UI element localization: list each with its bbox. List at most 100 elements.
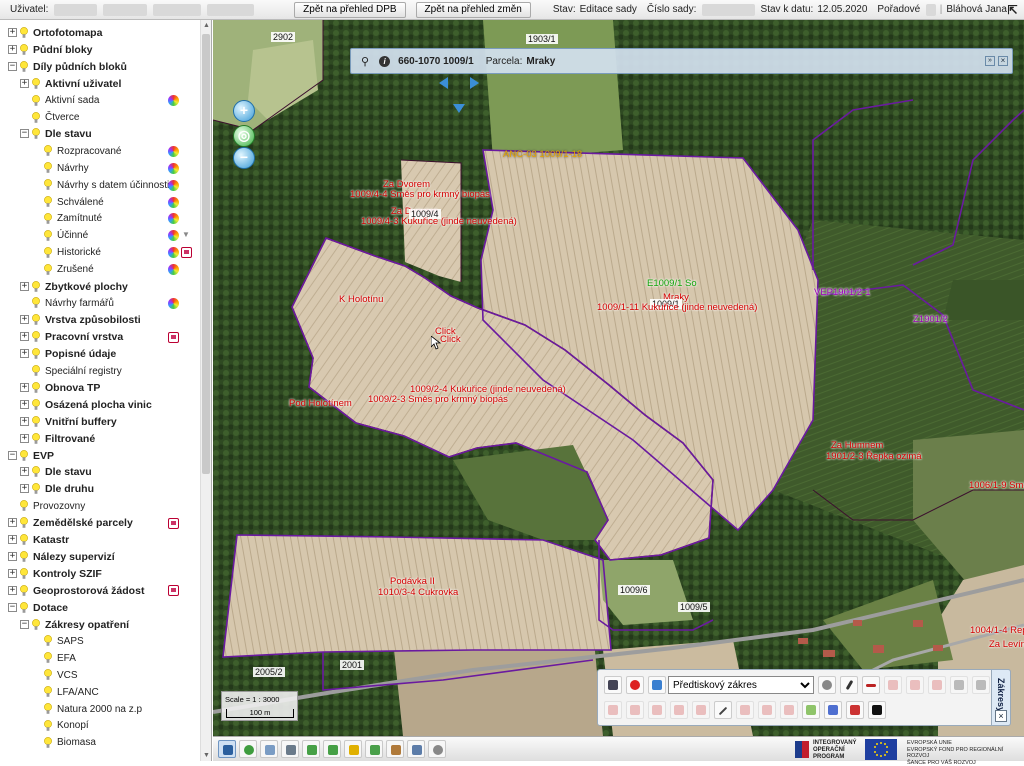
lightbulb-icon[interactable]	[32, 111, 40, 124]
style-icon[interactable]	[168, 213, 179, 225]
expand-icon[interactable]: +	[20, 433, 29, 443]
lightbulb-icon[interactable]	[20, 60, 28, 73]
expand-icon[interactable]: +	[20, 281, 29, 291]
expand-icon[interactable]: +	[20, 467, 29, 477]
collapse-icon[interactable]: −	[20, 619, 29, 629]
tree-item[interactable]: + Aktivní uživatel	[20, 76, 121, 92]
close-icon[interactable]: ×	[998, 56, 1008, 66]
lightbulb-icon[interactable]	[20, 500, 28, 512]
expand-icon[interactable]: +	[20, 315, 29, 325]
lightbulb-icon[interactable]	[44, 179, 52, 191]
lightbulb-icon[interactable]	[44, 196, 52, 208]
back-to-dpb-button[interactable]: Zpět na přehled DPB	[294, 1, 406, 18]
lightbulb-icon[interactable]	[44, 736, 52, 749]
lightbulb-icon[interactable]	[32, 280, 40, 293]
lightbulb-icon[interactable]	[44, 263, 52, 276]
broom-icon[interactable]	[386, 740, 404, 758]
external-link-icon[interactable]: ⇱	[1007, 3, 1018, 17]
gear-icon[interactable]	[428, 740, 446, 758]
erase-icon[interactable]	[884, 676, 902, 694]
lightbulb-icon[interactable]	[20, 601, 28, 614]
lightbulb-icon[interactable]	[32, 365, 40, 377]
style-icon[interactable]	[168, 179, 179, 191]
style-icon[interactable]	[168, 95, 179, 107]
print-icon[interactable]	[407, 740, 425, 758]
lightbulb-icon[interactable]	[32, 331, 40, 343]
lightbulb-icon[interactable]	[32, 314, 40, 326]
tree-item[interactable]: + Zemědělské parcely	[8, 515, 133, 531]
tree-item[interactable]: − Zákresy opatření	[20, 617, 129, 633]
snap-icon[interactable]	[824, 701, 842, 719]
style-icon[interactable]	[168, 247, 179, 259]
lightbulb-icon[interactable]	[32, 94, 40, 107]
filter-icon[interactable]: ▼	[182, 230, 190, 239]
style-icon[interactable]	[168, 264, 179, 276]
shape-icon[interactable]	[802, 701, 820, 719]
lightbulb-icon[interactable]	[32, 618, 40, 631]
settings-icon[interactable]	[818, 676, 836, 694]
drawing-type-select[interactable]: Předtiskový zákres	[668, 676, 814, 694]
tree-item[interactable]: + Vnitřní buffery	[20, 414, 117, 430]
close-icon[interactable]: ×	[995, 710, 1007, 722]
lightbulb-icon[interactable]	[32, 348, 40, 360]
tree-item[interactable]: Návrhy s datem účinnosti	[44, 177, 169, 193]
tree-item[interactable]: + Dle stavu	[20, 464, 92, 480]
lightbulb-icon[interactable]	[20, 517, 28, 529]
window-icon[interactable]	[260, 740, 278, 758]
lightbulb-icon[interactable]	[32, 415, 40, 428]
lightbulb-icon[interactable]	[32, 297, 40, 309]
orthophoto-map[interactable]	[213, 20, 1024, 736]
expand-icon[interactable]: +	[20, 399, 29, 409]
tree-item[interactable]: VCS	[44, 667, 78, 683]
style-icon[interactable]	[168, 196, 179, 208]
lightbulb-icon[interactable]	[20, 27, 28, 39]
collapse-icon[interactable]: −	[8, 450, 17, 460]
polygon-tool-icon[interactable]	[604, 701, 622, 719]
expand-icon[interactable]: +	[8, 518, 17, 528]
tree-item[interactable]: − Díly půdních bloků	[8, 59, 127, 75]
style-icon[interactable]	[168, 230, 179, 242]
tree-item[interactable]: − EVP	[8, 448, 54, 464]
tree-item[interactable]: + Katastr	[8, 532, 69, 548]
expand-icon[interactable]: +	[8, 44, 17, 54]
zoom-extent-icon[interactable]: ◎	[233, 125, 255, 147]
tree-item[interactable]: Čtverce	[32, 110, 79, 126]
tree-item[interactable]: LFA/ANC	[44, 684, 99, 700]
tree-item[interactable]: Zrušené	[44, 262, 94, 278]
save-icon[interactable]	[604, 676, 622, 694]
back-to-changes-button[interactable]: Zpět na přehled změn	[415, 1, 531, 18]
tree-item[interactable]: + Pracovní vrstva	[20, 329, 123, 345]
polygon-tool-icon[interactable]	[670, 701, 688, 719]
style-icon[interactable]	[168, 297, 179, 309]
search-icon[interactable]: ⚲	[361, 55, 369, 68]
tree-item[interactable]: EFA	[44, 650, 76, 666]
lightbulb-icon[interactable]	[20, 550, 28, 563]
lightbulb-icon[interactable]	[44, 703, 52, 715]
zoom-in-icon[interactable]: +	[233, 100, 255, 122]
tree-item[interactable]: + Kontroly SZIF	[8, 566, 102, 582]
pencil-icon[interactable]	[840, 676, 858, 694]
collapse-icon[interactable]: −	[20, 129, 29, 139]
edit-icon[interactable]	[168, 331, 179, 343]
lightbulb-icon[interactable]	[44, 669, 52, 681]
tree-item[interactable]: Návrhy farmářů	[32, 295, 114, 311]
cut-xy-icon[interactable]	[862, 676, 880, 694]
tree-item[interactable]: + Filtrované	[20, 431, 95, 447]
video-icon[interactable]	[868, 701, 886, 719]
expand-icon[interactable]: +	[20, 484, 29, 494]
tree-item[interactable]: + Obnova TP	[20, 380, 100, 396]
delete-icon[interactable]	[626, 676, 644, 694]
polygon-tool-icon[interactable]	[692, 701, 710, 719]
edit-icon[interactable]	[168, 517, 179, 529]
tree-item[interactable]: Účinné	[44, 228, 88, 244]
zakresy-tab[interactable]: Zákresy ×	[991, 669, 1011, 726]
tree-item[interactable]: Historické	[44, 245, 101, 261]
lightbulb-icon[interactable]	[32, 483, 40, 495]
tree-item[interactable]: Natura 2000 na z.p	[44, 701, 142, 717]
select-icon[interactable]	[281, 740, 299, 758]
vertex-icon[interactable]	[780, 701, 798, 719]
tree-item[interactable]: − Dotace	[8, 600, 68, 616]
draw-line-icon[interactable]	[714, 701, 732, 719]
edit-icon[interactable]	[168, 585, 179, 597]
collapse-icon[interactable]: −	[8, 602, 17, 612]
